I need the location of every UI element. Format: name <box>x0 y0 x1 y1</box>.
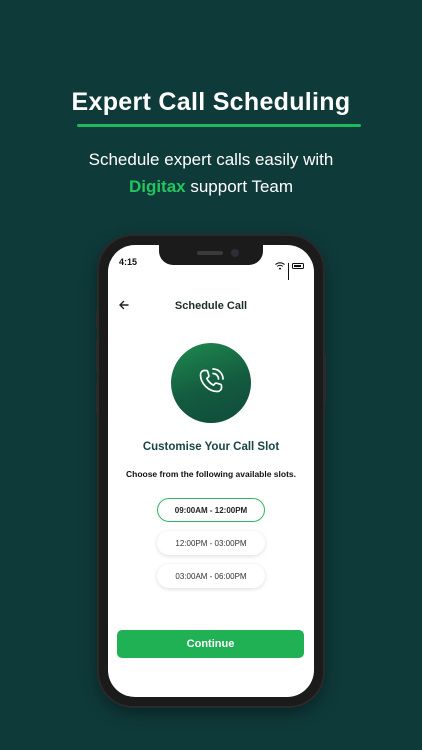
section-subtitle: Choose from the following available slot… <box>125 469 297 479</box>
call-illustration <box>171 343 251 423</box>
slot-option-3[interactable]: 03:00AM - 06:00PM <box>157 564 265 588</box>
hero-subtitle-line1: Schedule expert calls easily with <box>88 150 334 169</box>
phone-power-button <box>323 354 326 404</box>
section-title: Customise Your Call Slot <box>142 441 280 453</box>
continue-button[interactable]: Continue <box>117 630 304 658</box>
brand-name: Digitax <box>128 177 186 196</box>
hero-underline <box>77 124 361 127</box>
phone-screen: 4:15 Schedule Call Customise Your Call S… <box>108 245 314 697</box>
hero-subtitle-rest: support Team <box>185 177 294 196</box>
hero-subtitle-line2: Digitax support Team <box>0 173 422 200</box>
slot-option-2[interactable]: 12:00PM - 03:00PM <box>157 531 265 555</box>
status-time: 4:15 <box>119 257 138 267</box>
wifi-icon <box>274 257 285 275</box>
camera <box>231 249 239 257</box>
phone-call-icon <box>194 364 228 403</box>
hero-title: Expert Call Scheduling <box>71 88 351 116</box>
phone-mockup: 4:15 Schedule Call Customise Your Call S… <box>96 236 326 706</box>
phone-volume-up <box>96 340 99 372</box>
phone-side-button <box>96 310 99 328</box>
notch <box>159 245 263 265</box>
speaker <box>197 251 223 255</box>
signal-icon <box>287 262 289 280</box>
phone-volume-down <box>96 382 99 414</box>
hero-subtitle: Schedule expert calls easily with Digita… <box>0 146 422 200</box>
battery-icon <box>292 263 304 269</box>
slot-option-1[interactable]: 09:00AM - 12:00PM <box>157 498 265 522</box>
status-icons <box>274 257 304 280</box>
page-title: Schedule Call <box>174 300 248 312</box>
